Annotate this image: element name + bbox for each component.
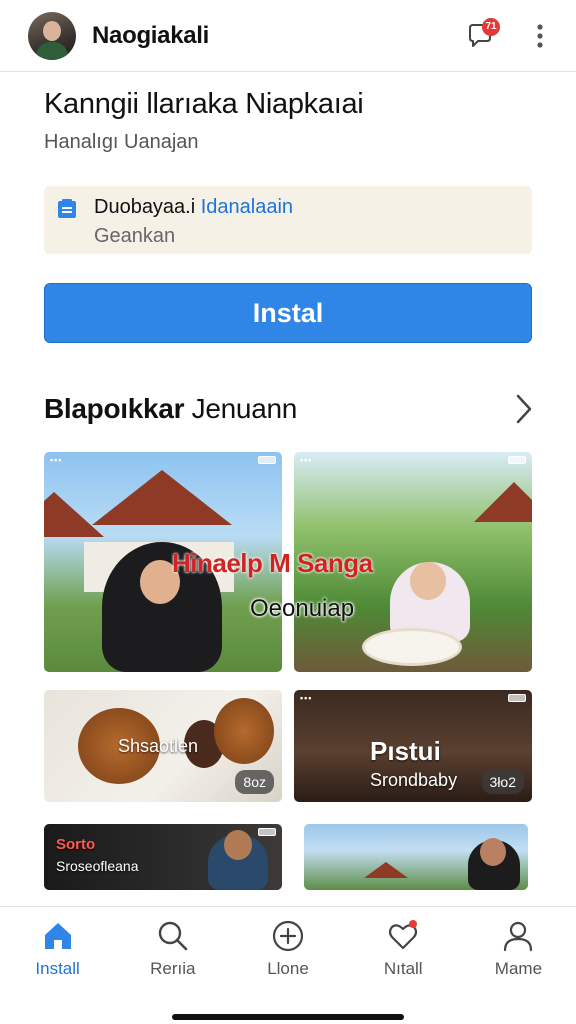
- battery-icon: [508, 456, 526, 464]
- status-bar: •••: [44, 452, 282, 468]
- messages-button[interactable]: 71: [460, 16, 500, 56]
- notice-subtext: Geankan: [94, 225, 176, 247]
- person-face: [410, 562, 446, 600]
- card-subtitle: Srondbaby: [370, 770, 458, 790]
- nav-item-install[interactable]: Install: [0, 907, 115, 990]
- signal-icon: •••: [50, 455, 63, 465]
- person-face: [480, 838, 506, 866]
- notification-badge: 71: [482, 17, 500, 36]
- battery-icon: [258, 828, 276, 836]
- info-notice: Duobayaa.i Idanalaain Geankan: [44, 186, 532, 254]
- notice-text: Duobayaa.i: [94, 196, 196, 218]
- notice-link[interactable]: Idanalaain: [201, 196, 293, 218]
- heart-chat-icon: [389, 920, 418, 950]
- avatar[interactable]: [28, 11, 76, 60]
- nav-label: Llone: [267, 959, 309, 978]
- nav-label: Install: [35, 959, 80, 978]
- section-title-bold: Blapoıkkar: [44, 393, 185, 424]
- nav-item-add[interactable]: Llone: [230, 907, 345, 990]
- food-item: [214, 698, 274, 764]
- home-indicator[interactable]: [172, 1014, 404, 1020]
- signal-icon: •••: [300, 455, 313, 465]
- card-title: Sorto: [56, 836, 96, 853]
- card-title: Pıstui: [370, 736, 441, 766]
- status-bar: •••: [294, 690, 532, 706]
- bottom-navigation: Install Rerıia Llone Nıtall Mame: [0, 906, 576, 990]
- house-roof: [474, 482, 532, 522]
- card-label: Shsaotlen: [118, 736, 199, 756]
- battery-icon: [508, 694, 526, 702]
- kebab-menu-icon: [537, 23, 543, 48]
- section-header[interactable]: Blapoıkkar Jenuann: [44, 392, 536, 426]
- notice-line1: Duobayaa.i Idanalaain: [94, 196, 518, 219]
- person-icon: [504, 921, 533, 952]
- screenshot-card[interactable]: [304, 824, 528, 890]
- card-subtitle: Sroseofleana: [56, 858, 139, 874]
- person-face: [224, 830, 252, 860]
- nav-label: Rerıia: [150, 959, 196, 978]
- nav-label: Mame: [494, 959, 543, 978]
- section-title: Blapoıkkar Jenuann: [44, 393, 297, 425]
- food-plate: [362, 628, 462, 666]
- plus-circle-icon: [272, 920, 304, 952]
- app-info: Kanngii llarıaka Niapkaıai Hanalıgı Uana…: [44, 88, 534, 154]
- nav-item-notifications[interactable]: Nıtall: [346, 907, 461, 990]
- install-button[interactable]: Instal: [44, 283, 532, 343]
- promo-overlay-subtitle: Oeonuiap: [250, 595, 355, 622]
- battery-icon: [258, 456, 276, 464]
- status-bar: •••: [294, 452, 532, 468]
- nav-item-profile[interactable]: Mame: [461, 907, 576, 990]
- duration-badge: 8oz: [235, 770, 274, 794]
- nav-label: Nıtall: [383, 959, 423, 978]
- promo-overlay-title: Hinaelp M Sanga: [172, 548, 373, 578]
- document-icon: [58, 199, 76, 218]
- house-roof: [92, 470, 232, 525]
- app-name: Kanngii llarıaka Niapkaıai: [44, 88, 364, 120]
- more-options-button[interactable]: [528, 16, 552, 56]
- developer-name[interactable]: Hanalıgı Uanajan: [44, 131, 534, 154]
- section-title-light: Jenuann: [191, 393, 298, 424]
- chevron-right-icon[interactable]: [512, 392, 536, 426]
- screenshot-card[interactable]: Shsaotlen 8oz: [44, 690, 282, 802]
- screenshot-card[interactable]: Sorto Sroseofleana: [44, 824, 282, 890]
- house-roof: [364, 862, 408, 878]
- search-icon: [158, 921, 188, 951]
- top-app-bar: Naogiakali 71: [0, 0, 576, 72]
- home-icon: [44, 923, 71, 949]
- signal-icon: •••: [300, 693, 313, 703]
- nav-item-search[interactable]: Rerıia: [115, 907, 230, 990]
- house-roof: [44, 492, 104, 537]
- screenshot-card[interactable]: ••• Pıstui Srondbaby 3ło2: [294, 690, 532, 802]
- duration-badge: 3ło2: [481, 770, 524, 794]
- header-title: Naogiakali: [92, 21, 210, 49]
